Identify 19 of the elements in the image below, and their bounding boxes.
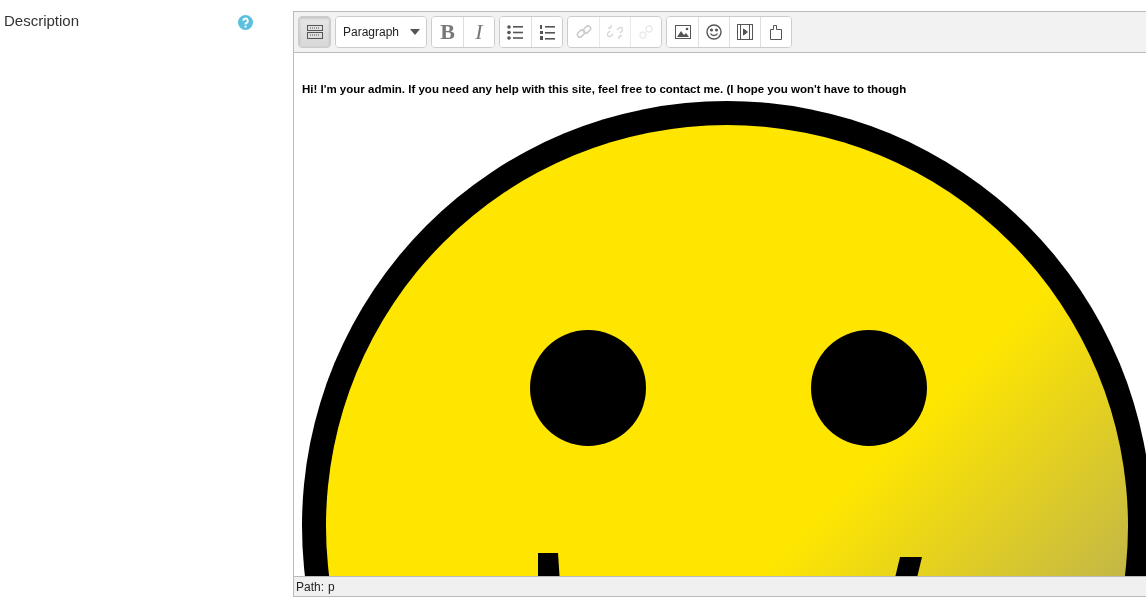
smiley-icon	[706, 24, 722, 40]
italic-button[interactable]: I	[463, 17, 494, 47]
paragraph-format-dropdown[interactable]: Paragraph	[336, 17, 426, 47]
keyboard-icon	[306, 25, 323, 39]
files-button[interactable]	[760, 17, 791, 47]
broken-link-icon	[607, 24, 623, 40]
path-label: Path:	[296, 579, 325, 594]
caret-icon	[410, 29, 420, 35]
numbered-list-icon	[538, 23, 556, 41]
file-icon	[769, 24, 783, 40]
keyboard-button[interactable]	[299, 17, 330, 47]
link-icon	[575, 24, 592, 40]
field-label: Description	[4, 12, 80, 29]
film-icon	[737, 24, 753, 40]
bulleted-list-icon	[507, 24, 524, 40]
paragraph-text: Hi! I'm your admin. If you need any help with this site, feel free to contact me. (I hope you won't have to though	[302, 83, 908, 95]
image-icon	[674, 25, 691, 39]
numbers-button[interactable]	[531, 17, 562, 47]
path-element-link[interactable]: p	[328, 579, 335, 594]
